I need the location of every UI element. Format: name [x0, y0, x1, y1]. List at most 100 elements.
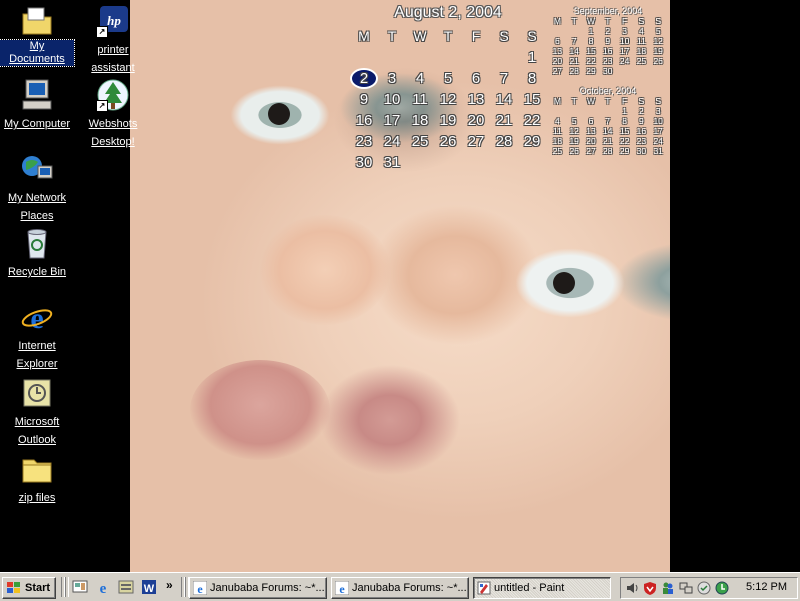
folder-documents-icon — [20, 4, 54, 38]
calendar-day: 25 — [636, 56, 647, 66]
calendar-blank-cell — [549, 26, 566, 36]
outlook-quicklaunch-icon[interactable] — [118, 579, 134, 595]
calendar-day: 15 — [586, 46, 596, 56]
calendar-day: 3 — [655, 106, 661, 116]
start-button[interactable]: Start — [2, 577, 56, 599]
calendar-day: T — [387, 28, 397, 44]
desktop-icon-zip-files[interactable]: zip files — [0, 452, 74, 506]
start-label: Start — [25, 582, 51, 594]
desktop-icon-microsoft-outlook[interactable]: Microsoft Outlook — [0, 376, 74, 448]
taskbar-button-paint[interactable]: untitled - Paint — [473, 577, 611, 599]
calendar-day: 22 — [586, 56, 596, 66]
taskbar-button-janubaba-1[interactable]: e Janubaba Forums: ~*... — [189, 577, 327, 599]
word-quicklaunch-icon[interactable]: W — [141, 579, 157, 595]
calendar-day: M — [553, 96, 561, 106]
calendar-day: 1 — [622, 106, 627, 116]
calendar-day: 6 — [588, 116, 594, 126]
calendar-day: 26 — [653, 56, 663, 66]
calendar-day: 30 — [355, 154, 373, 171]
calendar-day: 31 — [383, 154, 401, 171]
calendar-day: 13 — [552, 46, 563, 56]
desktop-icon-internet-explorer[interactable]: e Internet Explorer — [0, 300, 74, 372]
icon-label: Recycle Bin — [7, 266, 67, 278]
desktop-calendar-september: September, 2004 M T W T F S S 1 2 3 4 5 6 7 8 9 10 11 12 13… — [549, 6, 667, 76]
calendar-day: 24 — [383, 133, 401, 150]
taskbar-button-janubaba-2[interactable]: e Janubaba Forums: ~*... — [331, 577, 469, 599]
calendar-day: 26 — [439, 133, 457, 150]
calendar-day: 21 — [603, 136, 613, 146]
messenger-icon[interactable] — [661, 581, 675, 595]
calendar-day: W — [586, 96, 595, 106]
calendar-day: 9 — [639, 116, 644, 126]
calendar-day: 7 — [499, 70, 509, 87]
desktop-icon-recycle-bin[interactable]: Recycle Bin — [0, 226, 74, 280]
calendar-day: 10 — [383, 91, 401, 108]
calendar-day: 13 — [586, 126, 596, 136]
calendar-day: 16 — [603, 46, 613, 56]
calendar-day: 13 — [467, 91, 485, 108]
shortcut-arrow-icon: ↗ — [96, 100, 108, 112]
icon-label-line1: printer — [97, 44, 129, 56]
calendar-day: M — [553, 16, 561, 26]
calendar-day: S — [499, 28, 509, 44]
calendar-day: S — [655, 96, 662, 106]
calendar-september-grid: M T W T F S S 1 2 3 4 5 6 7 8 9 10 11 12 13 14 15 16 17 18 19 20 21… — [549, 16, 667, 76]
taskbar-separator — [65, 577, 69, 597]
calendar-day: 15 — [619, 126, 630, 136]
calendar-day: 8 — [588, 36, 594, 46]
calendar-day: 28 — [569, 66, 579, 76]
calendar-day: 29 — [586, 66, 596, 76]
calendar-weekday-row: M TWT F S S — [350, 26, 546, 47]
network-connection-icon[interactable] — [679, 581, 693, 595]
antivirus-shield-icon[interactable] — [643, 581, 657, 595]
icon-label-line1: My Network — [7, 192, 67, 204]
security-tray-icon[interactable] — [697, 581, 711, 595]
calendar-day: 8 — [622, 116, 627, 126]
volume-icon[interactable] — [625, 581, 639, 595]
calendar-blank-cell — [566, 106, 583, 116]
svg-text:e: e — [30, 302, 43, 334]
calendar-blank-cell — [350, 47, 378, 68]
webshots-tree-icon: ↗ — [96, 78, 130, 112]
calendar-day: 11 — [552, 126, 562, 136]
icon-label-line2: Desktop! — [91, 136, 135, 148]
calendar-day: W — [413, 28, 427, 44]
calendar-blank-cell — [378, 47, 406, 68]
desktop-icon-printer-assistant[interactable]: hp ↗ printer assistant — [76, 4, 150, 76]
taskbar: Start e W » e Janubaba Forums: ~*... e J… — [0, 572, 800, 601]
calendar-day: 17 — [653, 126, 663, 136]
calendar-days-grid: 1 2 3 4 5 6 7 8 9 10 11 12 13 14 15 16 17 18 19 20 21 22 23 24 2… — [350, 47, 546, 173]
desktop-icon-my-network-places[interactable]: My Network Places — [0, 152, 74, 224]
internet-explorer-quicklaunch-icon[interactable]: e — [95, 579, 111, 597]
calendar-day: 21 — [495, 112, 513, 129]
icon-label: My Computer — [3, 118, 71, 130]
taskbar-clock[interactable]: 5:12 PM — [746, 581, 787, 593]
show-desktop-icon[interactable] — [72, 579, 88, 595]
calendar-day: 17 — [383, 112, 401, 129]
calendar-day: 9 — [359, 91, 369, 108]
icon-label-line2: assistant — [91, 62, 135, 74]
computer-icon — [20, 78, 54, 112]
task-label: Janubaba Forums: ~*... — [210, 582, 325, 594]
update-globe-icon[interactable] — [715, 581, 729, 595]
calendar-day: 18 — [552, 136, 563, 146]
desktop-icon-webshots[interactable]: ↗ Webshots Desktop! — [76, 78, 150, 150]
calendar-day: 12 — [439, 91, 457, 108]
calendar-day: 11 — [636, 36, 646, 46]
calendar-october-title: October, 2004 — [579, 86, 637, 96]
calendar-day: 30 — [636, 146, 647, 156]
calendar-day: 28 — [495, 133, 513, 150]
calendar-day: 25 — [411, 133, 429, 150]
wallpaper-left-pupil — [268, 103, 290, 125]
quicklaunch-more-chevron[interactable]: » — [166, 578, 173, 592]
calendar-day: 23 — [603, 56, 613, 66]
desktop-icon-my-computer[interactable]: My Computer — [0, 78, 74, 132]
desktop-icon-my-documents[interactable]: My Documents — [0, 4, 75, 67]
calendar-day: 22 — [523, 112, 541, 129]
calendar-blank-cell — [462, 47, 490, 68]
calendar-day: 14 — [569, 46, 579, 56]
calendar-day: 29 — [619, 146, 630, 156]
desktop-calendar-august: August 2, 2004 MTWTFSS 1 2 3 4 5 6 7 8 9 10 11 12 13… — [350, 4, 546, 173]
calendar-day: 7 — [571, 36, 577, 46]
wallpaper-right-pupil — [553, 272, 575, 294]
